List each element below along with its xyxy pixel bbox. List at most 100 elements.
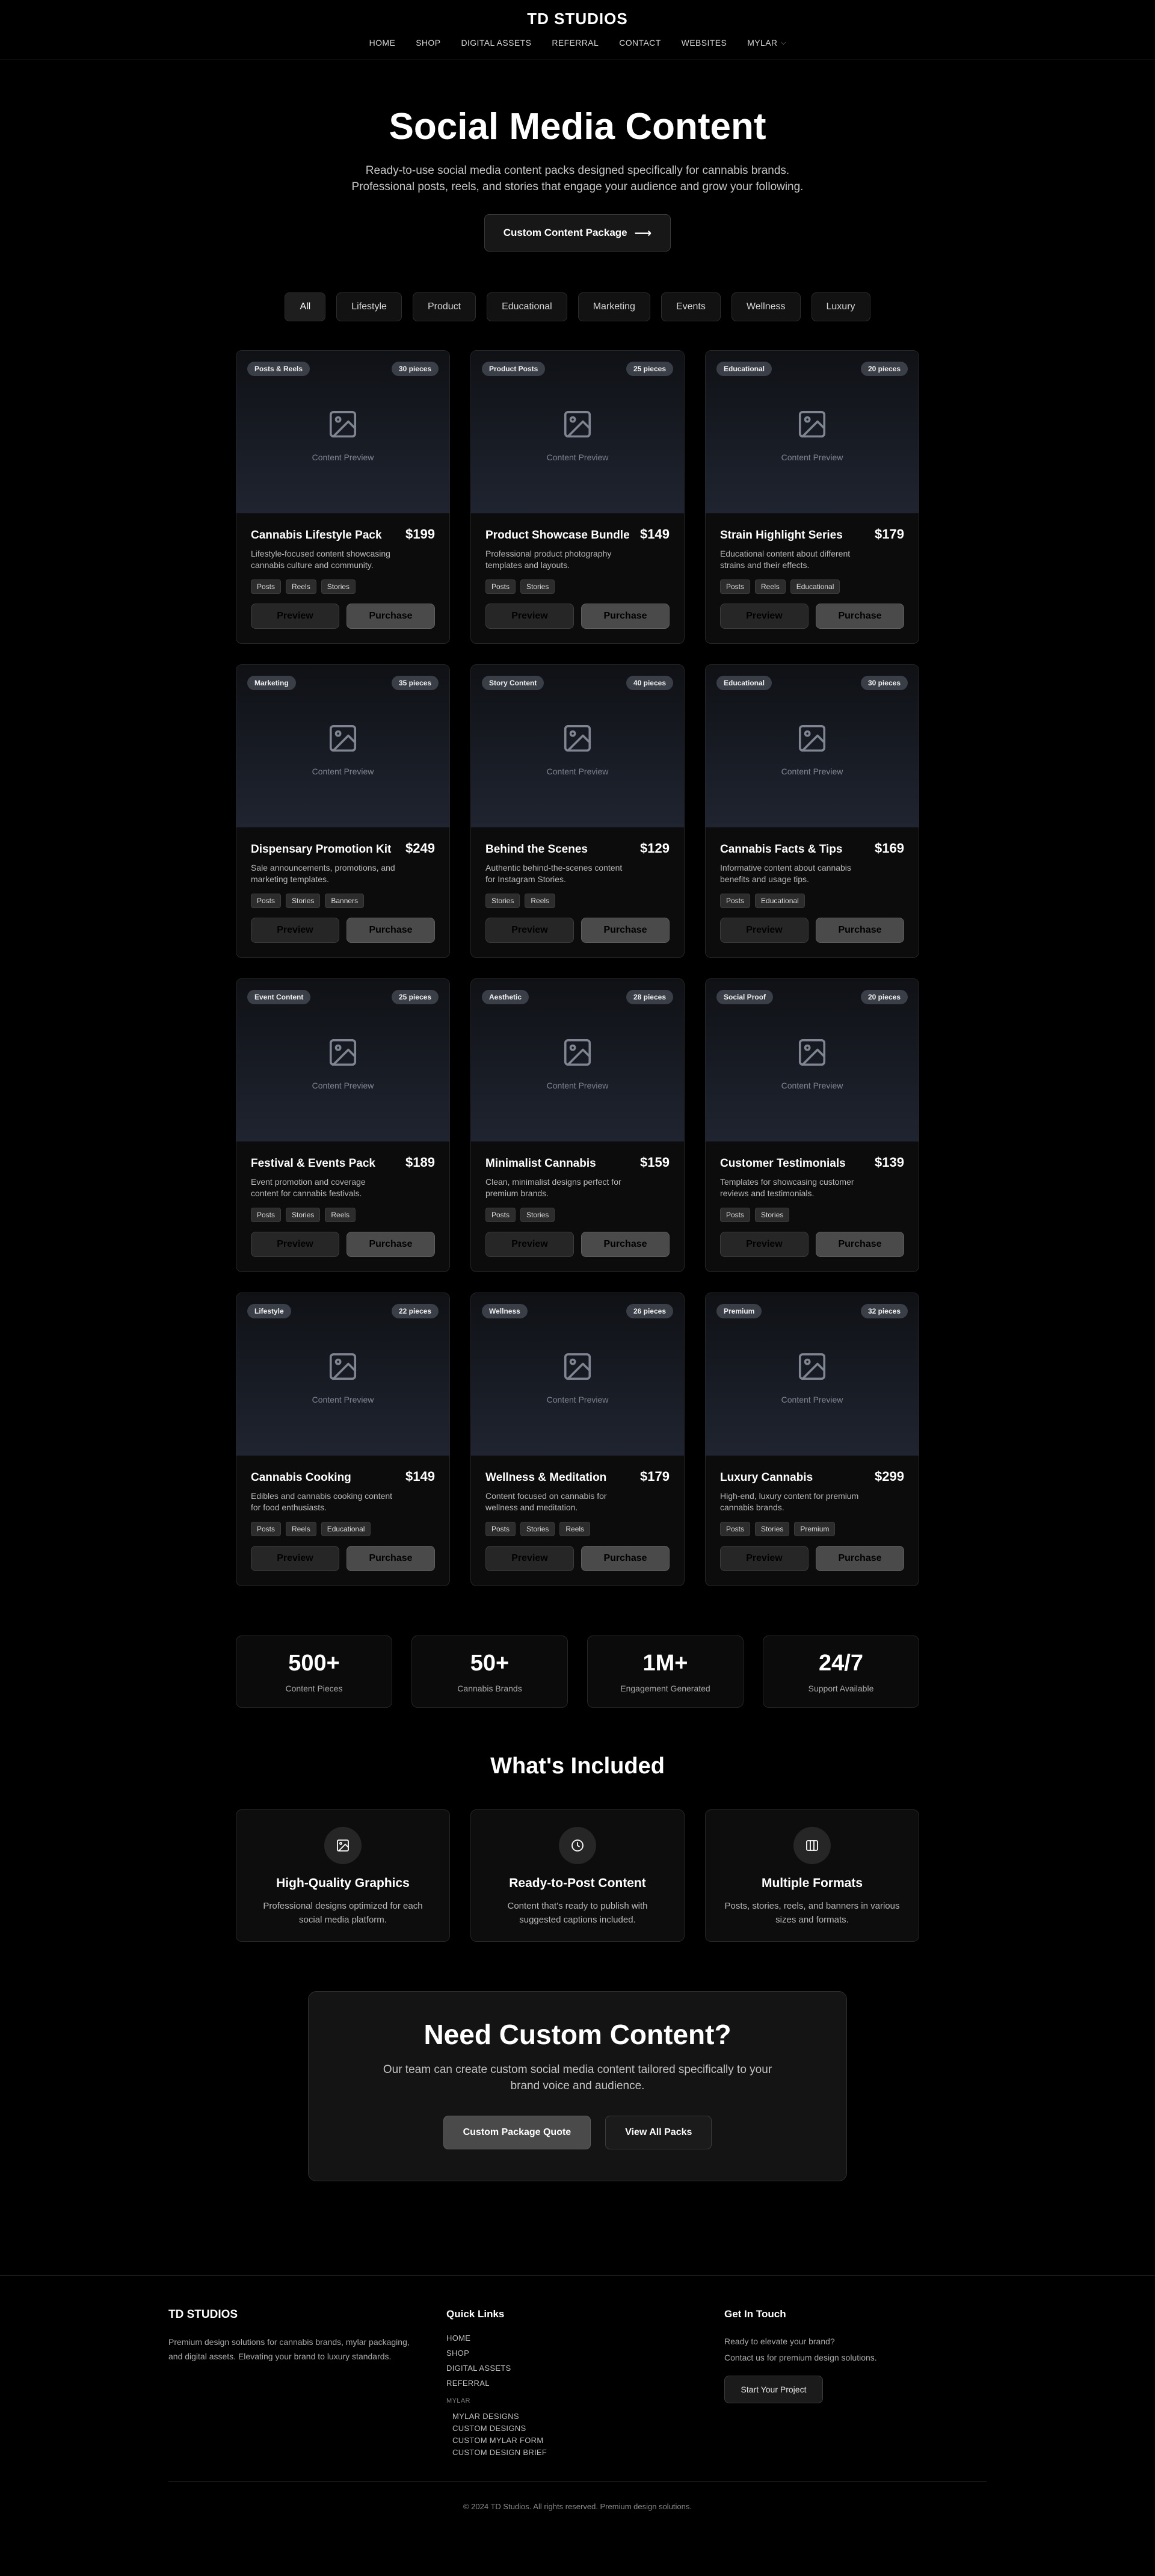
copyright: © 2024 TD Studios. All rights reserved. … bbox=[168, 2481, 987, 2511]
card-body: Cannabis Cooking $149 Edibles and cannab… bbox=[236, 1456, 449, 1586]
content-preview[interactable]: Aesthetic 28 pieces Content Preview bbox=[471, 979, 684, 1141]
footer-link-shop[interactable]: SHOP bbox=[446, 2349, 724, 2358]
stat-value: 1M+ bbox=[642, 1650, 688, 1676]
preview-button[interactable]: Preview bbox=[485, 1232, 574, 1257]
preview-button[interactable]: Preview bbox=[720, 604, 808, 629]
card-body: Behind the Scenes $129 Authentic behind-… bbox=[471, 827, 684, 957]
tag: Stories bbox=[321, 579, 356, 594]
purchase-button[interactable]: Purchase bbox=[346, 1546, 435, 1571]
card-body: Festival & Events Pack $189 Event promot… bbox=[236, 1141, 449, 1271]
footer-link-custom-design-brief[interactable]: CUSTOM DESIGN BRIEF bbox=[452, 2448, 724, 2457]
nav-home[interactable]: HOME bbox=[369, 38, 396, 48]
preview-button[interactable]: Preview bbox=[251, 1232, 339, 1257]
content-preview[interactable]: Wellness 26 pieces Content Preview bbox=[471, 1293, 684, 1456]
footer-link-home[interactable]: HOME bbox=[446, 2334, 724, 2343]
image-placeholder-icon bbox=[798, 1353, 826, 1380]
image-placeholder-icon bbox=[329, 1039, 357, 1066]
footer-brand-column: TD STUDIOS Premium design solutions for … bbox=[168, 2308, 446, 2457]
content-preview[interactable]: Posts & Reels 30 pieces Content Preview bbox=[236, 351, 449, 513]
hero-subtitle: Ready-to-use social media content packs … bbox=[351, 164, 804, 193]
nav-referral[interactable]: REFERRAL bbox=[552, 38, 599, 48]
custom-content-package-button[interactable]: Custom Content Package ⟶ bbox=[484, 214, 671, 252]
content-preview[interactable]: Event Content 25 pieces Content Preview bbox=[236, 979, 449, 1141]
filter-lifestyle[interactable]: Lifestyle bbox=[336, 292, 402, 321]
preview-button[interactable]: Preview bbox=[720, 918, 808, 943]
purchase-button[interactable]: Purchase bbox=[816, 1546, 904, 1571]
preview-button[interactable]: Preview bbox=[720, 1546, 808, 1571]
purchase-button[interactable]: Purchase bbox=[581, 1546, 670, 1571]
tag-list: Posts Stories Reels bbox=[251, 1208, 435, 1222]
tag: Reels bbox=[559, 1522, 591, 1536]
footer-link-referral[interactable]: REFERRAL bbox=[446, 2379, 724, 2388]
card-price: $179 bbox=[640, 1469, 670, 1484]
nav-shop[interactable]: SHOP bbox=[416, 38, 440, 48]
card-body: Minimalist Cannabis $159 Clean, minimali… bbox=[471, 1141, 684, 1271]
tag: Banners bbox=[325, 894, 365, 908]
preview-button[interactable]: Preview bbox=[720, 1232, 808, 1257]
content-preview[interactable]: Story Content 40 pieces Content Preview bbox=[471, 665, 684, 827]
footer-link-digital-assets[interactable]: DIGITAL ASSETS bbox=[446, 2364, 724, 2373]
main-nav: HOME SHOP DIGITAL ASSETS REFERRAL CONTAC… bbox=[369, 38, 786, 48]
content-preview[interactable]: Marketing 35 pieces Content Preview bbox=[236, 665, 449, 827]
filter-events[interactable]: Events bbox=[661, 292, 721, 321]
purchase-button[interactable]: Purchase bbox=[816, 604, 904, 629]
filter-all[interactable]: All bbox=[285, 292, 326, 321]
card-title-row: Product Showcase Bundle $149 bbox=[485, 527, 670, 542]
card-price: $129 bbox=[640, 841, 670, 856]
preview-button[interactable]: Preview bbox=[485, 604, 574, 629]
filter-educational[interactable]: Educational bbox=[487, 292, 567, 321]
purchase-button[interactable]: Purchase bbox=[346, 1232, 435, 1257]
nav-label: REFERRAL bbox=[552, 38, 599, 48]
filter-wellness[interactable]: Wellness bbox=[731, 292, 801, 321]
footer-link-mylar-designs[interactable]: MYLAR DESIGNS bbox=[452, 2412, 724, 2421]
content-preview[interactable]: Social Proof 20 pieces Content Preview bbox=[706, 979, 919, 1141]
piece-count-badge: 22 pieces bbox=[391, 1304, 439, 1318]
purchase-button[interactable]: Purchase bbox=[346, 918, 435, 943]
start-your-project-button[interactable]: Start Your Project bbox=[724, 2376, 823, 2403]
product-card-11: Wellness 26 pieces Content Preview Welln… bbox=[470, 1293, 685, 1586]
purchase-button[interactable]: Purchase bbox=[346, 604, 435, 629]
button-label: Custom Content Package bbox=[503, 227, 627, 238]
purchase-button[interactable]: Purchase bbox=[816, 918, 904, 943]
footer-columns: TD STUDIOS Premium design solutions for … bbox=[168, 2276, 987, 2457]
card-title: Strain Highlight Series bbox=[720, 529, 843, 542]
preview-button[interactable]: Preview bbox=[251, 1546, 339, 1571]
nav-label: WEBSITES bbox=[681, 38, 727, 48]
category-badge: Product Posts bbox=[482, 362, 546, 376]
card-description: Authentic behind-the-scenes content for … bbox=[485, 863, 623, 884]
stat-card: 1M+ Engagement Generated bbox=[587, 1635, 744, 1708]
purchase-button[interactable]: Purchase bbox=[816, 1232, 904, 1257]
content-preview[interactable]: Premium 32 pieces Content Preview bbox=[706, 1293, 919, 1456]
image-placeholder-icon bbox=[798, 410, 826, 438]
filter-marketing[interactable]: Marketing bbox=[578, 292, 650, 321]
nav-websites[interactable]: WEBSITES bbox=[682, 38, 727, 48]
brand-logo[interactable]: TD STUDIOS bbox=[527, 10, 627, 28]
footer-link-custom-mylar-form[interactable]: CUSTOM MYLAR FORM bbox=[452, 2436, 724, 2445]
content-preview[interactable]: Product Posts 25 pieces Content Preview bbox=[471, 351, 684, 513]
preview-button[interactable]: Preview bbox=[485, 918, 574, 943]
stat-value: 50+ bbox=[470, 1650, 510, 1676]
product-card-6: Educational 30 pieces Content Preview Ca… bbox=[705, 664, 919, 958]
product-card-2: Product Posts 25 pieces Content Preview … bbox=[470, 350, 685, 644]
purchase-button[interactable]: Purchase bbox=[581, 604, 670, 629]
content-preview[interactable]: Lifestyle 22 pieces Content Preview bbox=[236, 1293, 449, 1456]
content-preview[interactable]: Educational 20 pieces Content Preview bbox=[706, 351, 919, 513]
preview-button[interactable]: Preview bbox=[251, 918, 339, 943]
preview-button[interactable]: Preview bbox=[251, 604, 339, 629]
view-all-packs-button[interactable]: View All Packs bbox=[605, 2116, 712, 2149]
preview-button[interactable]: Preview bbox=[485, 1546, 574, 1571]
custom-package-quote-button[interactable]: Custom Package Quote bbox=[443, 2116, 591, 2149]
nav-digital-assets[interactable]: DIGITAL ASSETS bbox=[461, 38, 531, 48]
image-placeholder-icon bbox=[564, 724, 591, 752]
filter-product[interactable]: Product bbox=[412, 292, 476, 321]
footer-link-custom-designs[interactable]: CUSTOM DESIGNS bbox=[452, 2424, 724, 2433]
content-preview[interactable]: Educational 30 pieces Content Preview bbox=[706, 665, 919, 827]
purchase-button[interactable]: Purchase bbox=[581, 1232, 670, 1257]
filter-luxury[interactable]: Luxury bbox=[811, 292, 870, 321]
nav-mylar-dropdown[interactable]: MYLAR ⌵ bbox=[747, 38, 786, 48]
purchase-button[interactable]: Purchase bbox=[581, 918, 670, 943]
card-description: Templates for showcasing customer review… bbox=[720, 1177, 854, 1198]
card-title: Product Showcase Bundle bbox=[485, 529, 630, 542]
nav-contact[interactable]: CONTACT bbox=[619, 38, 661, 48]
stat-card: 50+ Cannabis Brands bbox=[411, 1635, 568, 1708]
